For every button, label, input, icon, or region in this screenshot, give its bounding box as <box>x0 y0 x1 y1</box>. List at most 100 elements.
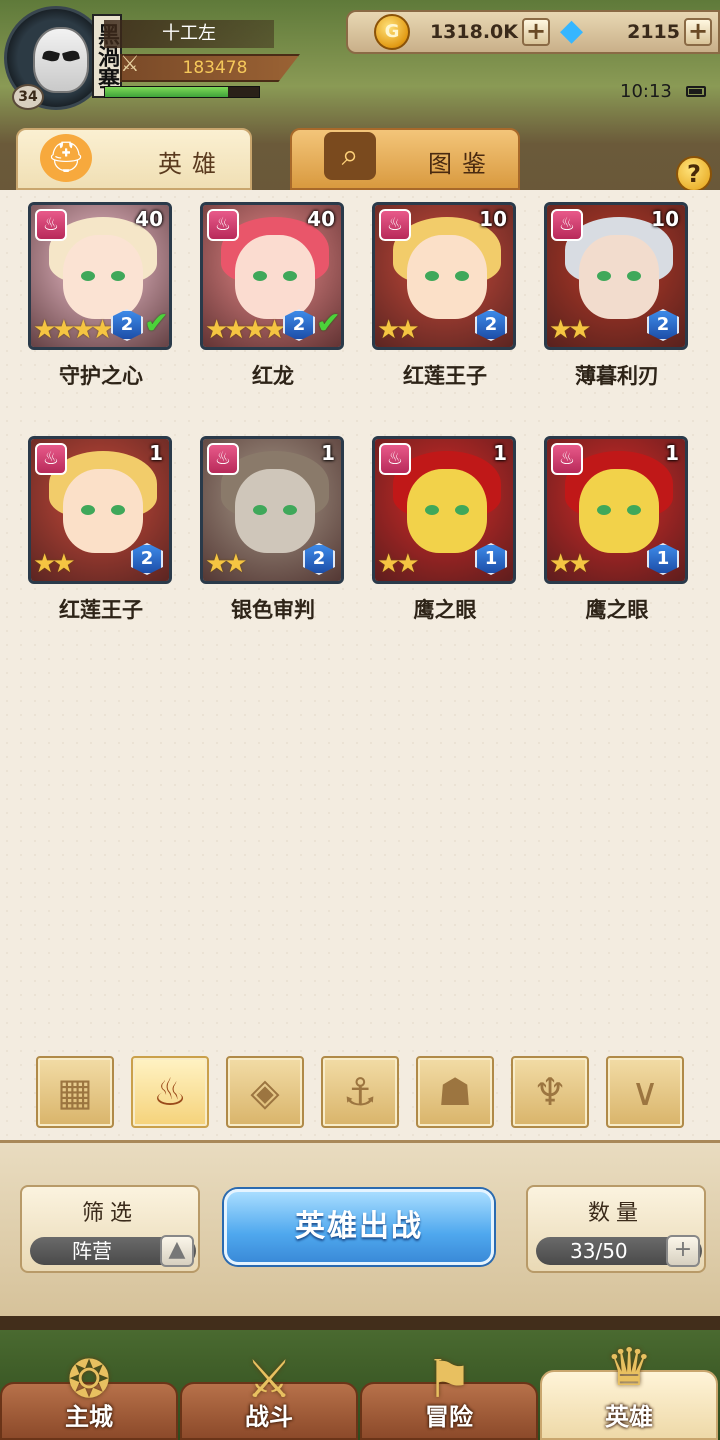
hero-level: 1 <box>321 441 335 465</box>
hero-level: 1 <box>665 441 679 465</box>
hero-eye <box>81 505 95 515</box>
hero-name: 红莲王子 <box>403 364 487 388</box>
nav-label: 主城 <box>65 1403 113 1431</box>
hero-face <box>407 469 487 553</box>
flame-class-icon: ♨ <box>379 209 411 241</box>
hero-portrait: ♨ 10 ★★ 2 <box>372 202 516 350</box>
flame-class-icon: ♨ <box>551 209 583 241</box>
hero-eye <box>253 271 267 281</box>
tab-heroes[interactable]: ⛑ 英雄 <box>16 128 252 190</box>
hero-card[interactable]: ♨ 40 ★★★★ 2 ✔ 红龙 <box>192 202 344 412</box>
star-rating: ★★ <box>377 549 420 579</box>
hero-eye <box>455 505 469 515</box>
exp-bar-fill <box>105 87 229 97</box>
nav-tab-main-city[interactable]: ❂ 主城 <box>0 1350 178 1440</box>
mask-avatar-icon <box>33 27 89 93</box>
expand-capacity-button[interactable]: + <box>666 1235 700 1267</box>
tab-codex-label: 图鉴 <box>428 150 496 178</box>
beast-head-icon: ☗ <box>437 1070 473 1114</box>
add-gold-button[interactable]: + <box>522 18 550 46</box>
nav-label: 战斗 <box>245 1403 293 1431</box>
diamond-icon: ◆ <box>560 13 584 48</box>
filter-beast-head-button[interactable]: ☗ <box>416 1056 494 1128</box>
hero-name: 鹰之眼 <box>413 598 477 622</box>
hero-level: 10 <box>651 207 679 231</box>
hero-eye <box>111 271 125 281</box>
hero-eye <box>111 505 125 515</box>
filter-title: 筛选 <box>81 1201 138 1226</box>
hero-name: 薄暮利刃 <box>575 364 659 388</box>
filter-wings-button[interactable]: ∨ <box>606 1056 684 1128</box>
flame-class-icon: ♨ <box>379 443 411 475</box>
clock: 10:13 <box>620 81 672 102</box>
check-icon: ✔ <box>143 306 169 341</box>
wings-icon: ∨ <box>631 1070 659 1114</box>
hero-eye <box>597 271 611 281</box>
deploy-heroes-button[interactable]: 英雄出战 <box>224 1189 494 1265</box>
count-box: 数量 33/50 + <box>526 1185 706 1273</box>
hero-portrait: ♨ 10 ★★ 2 <box>544 202 688 350</box>
filter-box: 筛选 阵营 ▲ <box>20 1185 200 1273</box>
star-rating: ★★ <box>33 549 76 579</box>
hero-face <box>235 235 315 319</box>
hero-level: 1 <box>493 441 507 465</box>
hero-card[interactable]: ♨ 1 ★★ 2 银色审判 <box>192 436 344 646</box>
filter-toggle-button[interactable]: ▲ <box>160 1235 194 1267</box>
hero-crest-icon: ♛ <box>605 1338 653 1398</box>
exp-bar <box>104 86 260 98</box>
star-rating: ★★★★ <box>205 315 286 345</box>
hero-card[interactable]: ♨ 1 ★★ 2 红莲王子 <box>20 436 172 646</box>
hero-card[interactable]: ♨ 1 ★★ 1 鹰之眼 <box>364 436 516 646</box>
count-title: 数量 <box>587 1201 644 1226</box>
hero-eye <box>455 271 469 281</box>
flame-class-icon: ♨ <box>35 209 67 241</box>
check-icon: ✔ <box>315 306 341 341</box>
nav-tab-battle[interactable]: ⚔ 战斗 <box>180 1350 358 1440</box>
star-rating: ★★★★ <box>33 315 114 345</box>
flame-class-icon: ♨ <box>207 209 239 241</box>
filter-flame-crest-button[interactable]: ♨ <box>131 1056 209 1128</box>
filter-demon-horns-button[interactable]: ♆ <box>511 1056 589 1128</box>
filter-anchor-button[interactable]: ⚓ <box>321 1056 399 1128</box>
hero-level: 1 <box>149 441 163 465</box>
hero-level: 10 <box>479 207 507 231</box>
help-button[interactable]: ? <box>676 156 712 192</box>
hero-name: 鹰之眼 <box>585 598 649 622</box>
star-rating: ★★ <box>205 549 248 579</box>
hero-name: 守护之心 <box>59 364 143 388</box>
tab-codex[interactable]: ⌕ 图鉴 <box>290 128 520 190</box>
hero-portrait: ♨ 1 ★★ 1 <box>372 436 516 584</box>
knight-helmet-icon: ⛑ <box>40 134 92 182</box>
hero-eye <box>425 505 439 515</box>
flame-class-icon: ♨ <box>551 443 583 475</box>
hero-face <box>579 235 659 319</box>
star-rating: ★★ <box>549 549 592 579</box>
filter-grid-all-button[interactable]: ▦ <box>36 1056 114 1128</box>
hero-portrait: ♨ 1 ★★ 1 <box>544 436 688 584</box>
hero-list-panel: ♨ 40 ★★★★ 2 ✔ 守护之心 ♨ 40 ★★★★ 2 ✔ 红龙 ♨ 10… <box>0 190 720 1140</box>
gold-coin-icon: G <box>374 14 410 50</box>
hero-portrait: ♨ 40 ★★★★ 2 ✔ <box>200 202 344 350</box>
combat-power-value: 183478 <box>182 58 248 78</box>
nav-tab-adventure[interactable]: ⚑ 冒险 <box>360 1350 538 1440</box>
add-gem-button[interactable]: + <box>684 18 712 46</box>
hero-card[interactable]: ♨ 10 ★★ 2 薄暮利刃 <box>536 202 688 412</box>
diamond-crest-icon: ◈ <box>250 1070 280 1114</box>
hero-card[interactable]: ♨ 40 ★★★★ 2 ✔ 守护之心 <box>20 202 172 412</box>
hero-portrait: ♨ 1 ★★ 2 <box>28 436 172 584</box>
hero-face <box>63 235 143 319</box>
filter-diamond-crest-button[interactable]: ◈ <box>226 1056 304 1128</box>
hero-card[interactable]: ♨ 10 ★★ 2 红莲王子 <box>364 202 516 412</box>
hero-face <box>63 469 143 553</box>
hero-eye <box>425 271 439 281</box>
star-rating: ★★ <box>377 315 420 345</box>
demon-horns-icon: ♆ <box>532 1070 568 1114</box>
battery-icon <box>686 86 706 97</box>
nav-tab-heroes[interactable]: ♛ 英雄 <box>540 1338 718 1440</box>
hero-eye <box>283 505 297 515</box>
hero-card[interactable]: ♨ 1 ★★ 1 鹰之眼 <box>536 436 688 646</box>
player-level-badge: 34 <box>12 84 44 110</box>
nav-label: 冒险 <box>425 1403 473 1431</box>
top-hud: 黑渦塞 34 十工左 ⚔ 183478 G 1318.0K + ◆ 2115 +… <box>0 0 720 130</box>
anchor-icon: ⚓ <box>342 1070 378 1114</box>
